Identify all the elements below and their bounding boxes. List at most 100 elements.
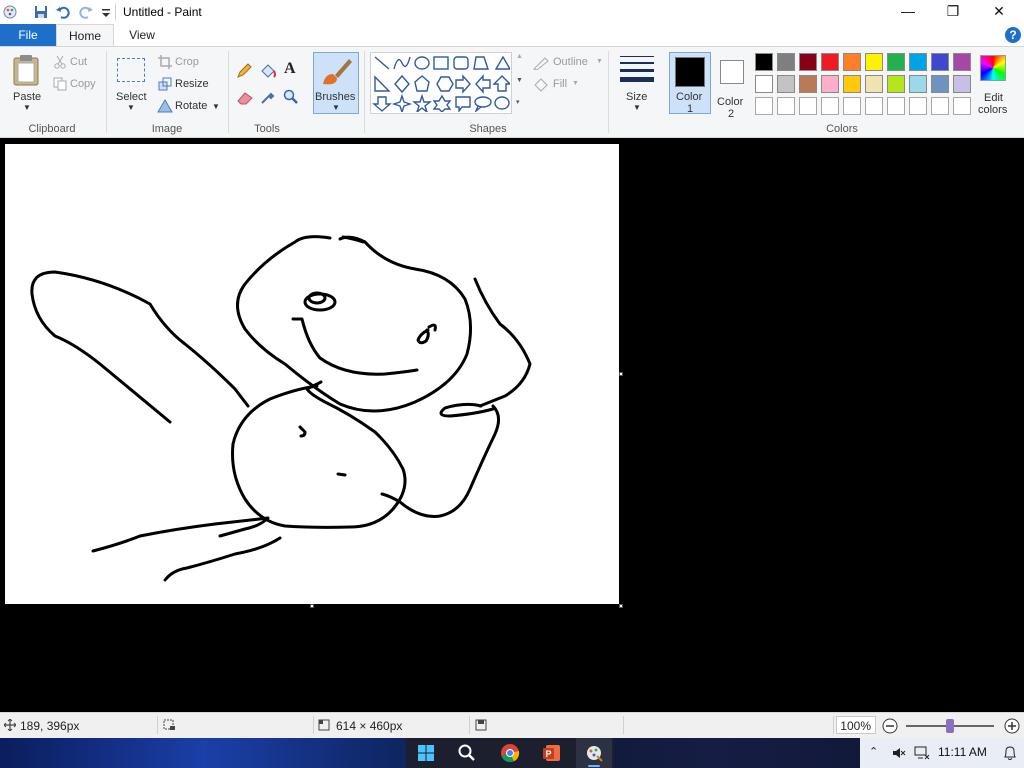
down-arrow-shape-icon[interactable] — [372, 96, 392, 112]
color-picker-icon[interactable] — [260, 89, 276, 105]
paste-icon[interactable] — [12, 54, 40, 86]
network-icon[interactable] — [914, 746, 930, 760]
eraser-icon[interactable] — [236, 91, 254, 105]
paste-dropdown-icon[interactable]: ▼ — [23, 103, 31, 112]
right-arrow-shape-icon[interactable] — [455, 74, 471, 94]
close-button[interactable]: ✕ — [976, 0, 1022, 24]
palette-swatch[interactable] — [777, 75, 795, 93]
tab-file[interactable]: File — [0, 24, 56, 46]
select-dropdown-icon[interactable]: ▼ — [127, 103, 135, 112]
palette-swatch[interactable] — [865, 53, 883, 71]
fill-bucket-icon[interactable] — [259, 63, 277, 79]
zoom-slider[interactable] — [906, 719, 994, 733]
palette-swatch[interactable] — [953, 53, 971, 71]
triangle-shape-icon[interactable] — [494, 55, 510, 70]
palette-swatch[interactable] — [931, 75, 949, 93]
zoom-slider-thumb[interactable] — [946, 719, 954, 733]
four-point-star-shape-icon[interactable] — [391, 93, 413, 112]
rounded-rectangle-shape-icon[interactable] — [453, 56, 469, 70]
palette-swatch[interactable] — [777, 53, 795, 71]
volume-muted-icon[interactable] — [892, 746, 906, 760]
diamond-shape-icon[interactable] — [394, 74, 410, 94]
search-icon[interactable] — [457, 743, 477, 763]
rotate-dropdown-icon[interactable]: ▼ — [212, 102, 220, 111]
up-arrow-shape-icon[interactable] — [492, 75, 510, 92]
select-icon[interactable] — [117, 58, 145, 82]
palette-custom-slot[interactable] — [865, 97, 883, 115]
palette-custom-slot[interactable] — [777, 97, 795, 115]
brushes-button[interactable]: Brushes ▼ — [313, 52, 359, 114]
rectangle-shape-icon[interactable] — [433, 56, 449, 70]
oval-shape-icon[interactable] — [414, 56, 430, 70]
rectangular-callout-shape-icon[interactable] — [455, 96, 471, 112]
palette-swatch[interactable] — [865, 75, 883, 93]
drawing-canvas[interactable] — [5, 144, 619, 604]
tab-view[interactable]: View — [120, 24, 164, 46]
palette-swatch[interactable] — [953, 75, 971, 93]
edit-colors-label-line2[interactable]: colors — [978, 104, 1007, 116]
crop-button[interactable]: Crop — [175, 56, 199, 68]
help-icon[interactable]: ? — [1004, 26, 1022, 44]
select-button[interactable]: Select — [116, 91, 147, 103]
pencil-icon[interactable] — [236, 63, 252, 79]
copy-button[interactable]: Copy — [70, 78, 96, 90]
resize-handle-corner[interactable] — [619, 604, 623, 608]
resize-handle-right[interactable] — [619, 372, 623, 376]
palette-custom-slot[interactable] — [755, 97, 773, 115]
shapes-scroll-up-icon[interactable]: ▲ — [516, 53, 523, 60]
palette-swatch[interactable] — [887, 53, 905, 71]
undo-icon[interactable] — [55, 4, 71, 20]
chevron-up-icon[interactable]: ⌃ — [869, 745, 878, 758]
right-triangle-shape-icon[interactable] — [374, 75, 391, 92]
edit-colors-label-line1[interactable]: Edit — [984, 92, 1003, 104]
shapes-scroll-down-icon[interactable]: ▼ — [516, 77, 523, 84]
palette-swatch[interactable] — [799, 53, 817, 71]
hexagon-shape-icon[interactable] — [436, 76, 454, 92]
palette-swatch[interactable] — [799, 75, 817, 93]
size-button[interactable]: Size — [626, 91, 647, 103]
color1-button[interactable]: Color 1 — [669, 52, 711, 115]
palette-swatch[interactable] — [821, 75, 839, 93]
zoom-level[interactable]: 100% — [836, 716, 876, 734]
shapes-more-icon[interactable]: ▾ — [516, 98, 520, 106]
palette-custom-slot[interactable] — [887, 97, 905, 115]
resize-button[interactable]: Resize — [175, 78, 209, 90]
windows-start-icon[interactable] — [416, 743, 436, 763]
text-tool-icon[interactable]: A — [284, 60, 296, 78]
paste-button[interactable]: Paste — [13, 91, 41, 103]
cut-button[interactable]: Cut — [70, 56, 87, 68]
palette-swatch[interactable] — [887, 75, 905, 93]
redo-icon[interactable] — [78, 4, 94, 20]
palette-custom-slot[interactable] — [799, 97, 817, 115]
taskbar-paint-active[interactable] — [576, 738, 612, 768]
resize-handle-bottom[interactable] — [310, 604, 314, 608]
powerpoint-icon[interactable]: P — [542, 743, 562, 763]
notification-bell-icon[interactable] — [1003, 745, 1017, 761]
size-icon[interactable] — [620, 55, 654, 83]
cloud-callout-shape-icon[interactable] — [494, 96, 510, 110]
zoom-out-icon[interactable] — [882, 718, 898, 734]
zoom-in-icon[interactable] — [1004, 718, 1020, 734]
line-shape-icon[interactable] — [374, 56, 390, 70]
outline-button[interactable]: Outline — [553, 56, 588, 68]
palette-swatch[interactable] — [931, 53, 949, 71]
palette-swatch[interactable] — [755, 53, 773, 71]
fill-button[interactable]: Fill — [553, 78, 567, 90]
outline-dropdown-icon[interactable]: ▼ — [596, 58, 603, 65]
palette-swatch[interactable] — [843, 53, 861, 71]
palette-swatch[interactable] — [909, 75, 927, 93]
oval-callout-shape-icon[interactable] — [474, 96, 492, 112]
magnifier-icon[interactable] — [283, 89, 299, 105]
edit-colors-icon[interactable] — [980, 55, 1006, 81]
five-point-star-shape-icon[interactable] — [412, 93, 432, 112]
palette-swatch[interactable] — [821, 53, 839, 71]
taskbar-clock[interactable]: 11:11 AM — [938, 745, 987, 759]
pentagon-shape-icon[interactable] — [414, 75, 430, 92]
palette-swatch[interactable] — [843, 75, 861, 93]
palette-custom-slot[interactable] — [909, 97, 927, 115]
polygon-shape-icon[interactable] — [473, 56, 489, 70]
palette-custom-slot[interactable] — [931, 97, 949, 115]
fill-dropdown-icon[interactable]: ▼ — [572, 80, 579, 87]
chrome-icon[interactable] — [500, 743, 520, 763]
palette-custom-slot[interactable] — [953, 97, 971, 115]
